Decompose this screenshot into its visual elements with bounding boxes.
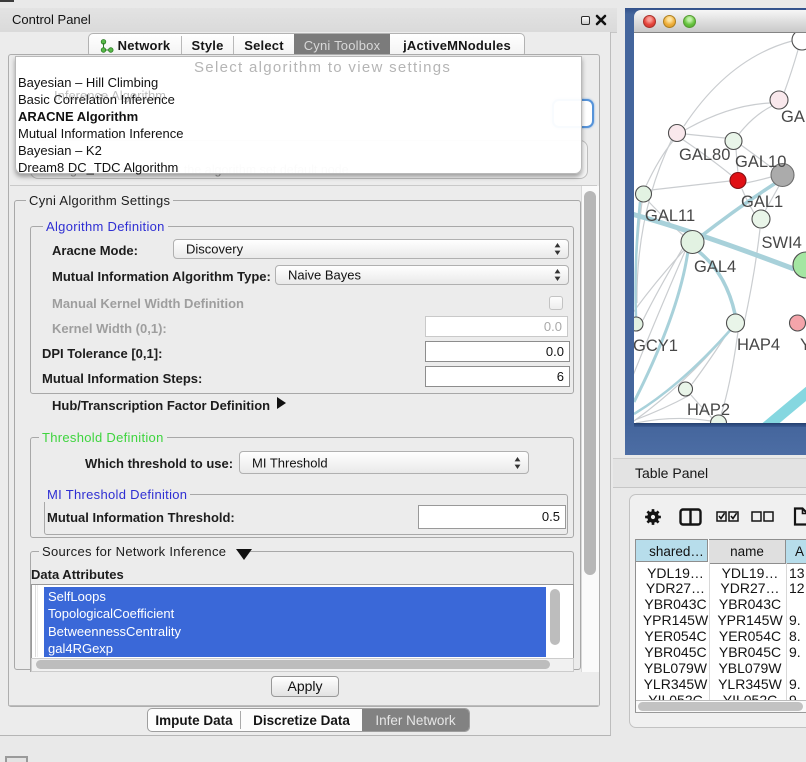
svg-text:GAL1: GAL1 — [741, 193, 783, 211]
svg-text:Y: Y — [800, 336, 806, 354]
svg-text:SWI4: SWI4 — [762, 234, 802, 252]
svg-text:GCY1: GCY1 — [634, 337, 678, 355]
svg-text:GAL2: GAL2 — [781, 108, 806, 126]
svg-text:HAP2: HAP2 — [687, 401, 730, 419]
svg-text:GAL80: GAL80 — [679, 146, 730, 164]
svg-text:GAL4: GAL4 — [694, 258, 736, 276]
svg-text:GAL10: GAL10 — [735, 153, 786, 171]
svg-text:GAL11: GAL11 — [645, 207, 695, 225]
svg-text:HAP4: HAP4 — [737, 336, 780, 354]
